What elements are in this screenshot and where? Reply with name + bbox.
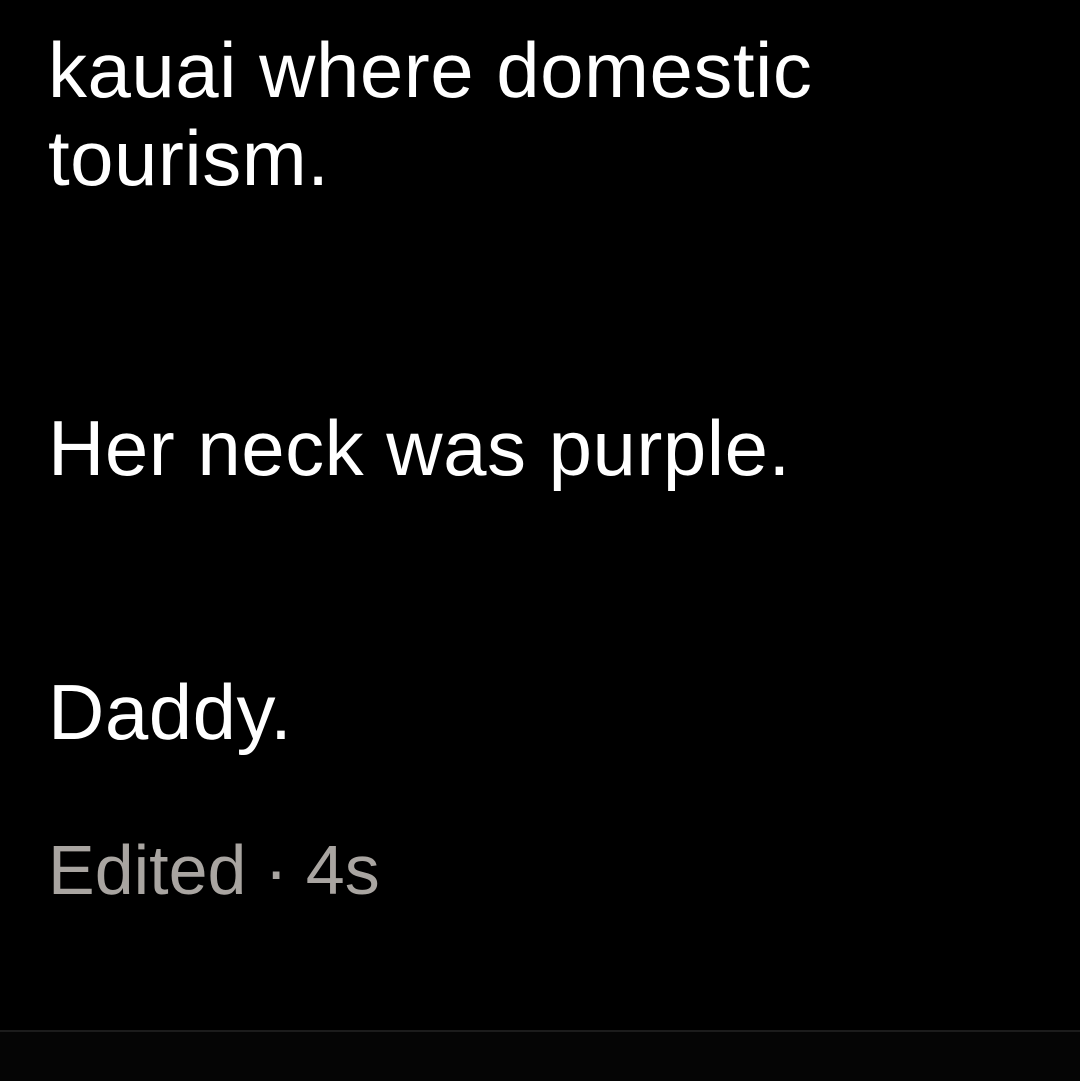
post-line: Her neck was purple. (48, 404, 791, 492)
post-line: Daddy. (48, 668, 293, 756)
edited-label[interactable]: Edited (48, 831, 246, 909)
post-age: 4s (305, 831, 380, 909)
post-paragraph-1: kauai where domestic tourism. (48, 26, 812, 202)
post-line: tourism. (48, 114, 330, 202)
post-body: kauai where domestic tourism. Her neck w… (0, 0, 1080, 1030)
post-paragraph-2: Her neck was purple. (48, 404, 791, 492)
bottom-bar (0, 1030, 1080, 1081)
meta-separator: · (264, 831, 288, 909)
post-line: kauai where domestic (48, 26, 813, 114)
post-paragraph-3: Daddy. (48, 668, 292, 756)
post-meta: Edited · 4s (48, 826, 380, 914)
